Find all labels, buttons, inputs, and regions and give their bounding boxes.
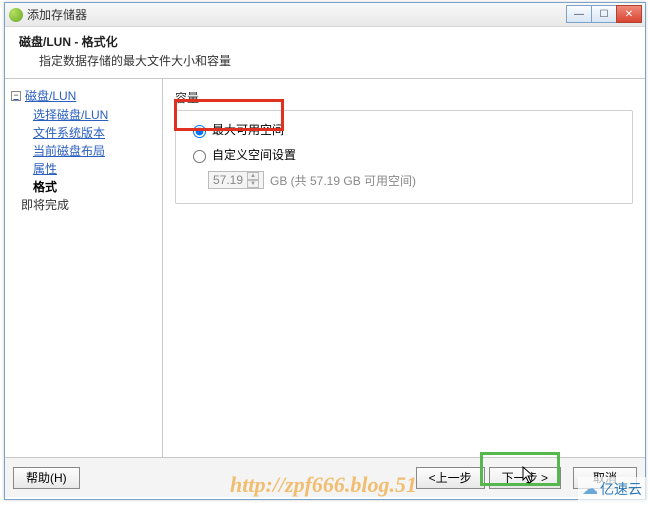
wizard-body: − 磁盘/LUN 选择磁盘/LUN 文件系统版本 当前磁盘布局 属性 格式 即将… bbox=[5, 79, 645, 457]
titlebar: 添加存储器 — ☐ ✕ bbox=[5, 3, 645, 27]
close-button[interactable]: ✕ bbox=[616, 5, 642, 23]
step-filesystem-version[interactable]: 文件系统版本 bbox=[33, 124, 156, 142]
brand-text: 亿速云 bbox=[600, 479, 642, 499]
step-properties[interactable]: 属性 bbox=[33, 160, 156, 178]
next-button[interactable]: 下一步 > bbox=[489, 467, 561, 489]
window-controls: — ☐ ✕ bbox=[567, 5, 642, 23]
back-button[interactable]: <上一步 bbox=[416, 467, 485, 489]
step-current-layout[interactable]: 当前磁盘布局 bbox=[33, 142, 156, 160]
spinner-down-icon[interactable]: ▼ bbox=[247, 180, 259, 188]
radio-custom-space-row[interactable]: 自定义空间设置 bbox=[188, 146, 620, 163]
radio-custom-space[interactable] bbox=[193, 150, 206, 163]
wizard-steps-sidebar: − 磁盘/LUN 选择磁盘/LUN 文件系统版本 当前磁盘布局 属性 格式 即将… bbox=[5, 79, 163, 457]
tree-collapse-icon[interactable]: − bbox=[11, 91, 21, 101]
cloud-icon: ☁ bbox=[582, 479, 598, 499]
radio-max-space[interactable] bbox=[193, 125, 206, 138]
size-spinner[interactable]: ▲ ▼ bbox=[247, 172, 259, 188]
step-select-disk[interactable]: 选择磁盘/LUN bbox=[33, 106, 156, 124]
wizard-subtitle: 指定数据存储的最大文件大小和容量 bbox=[39, 52, 631, 69]
radio-max-space-row[interactable]: 最大可用空间 bbox=[188, 121, 620, 138]
minimize-button[interactable]: — bbox=[566, 5, 592, 23]
main-panel: 容量 最大可用空间 自定义空间设置 57.19 ▲ ▼ bbox=[163, 79, 645, 457]
capacity-group: 最大可用空间 自定义空间设置 57.19 ▲ ▼ GB (共 57.19 GB … bbox=[175, 110, 633, 204]
step-ready-complete: 即将完成 bbox=[21, 196, 156, 214]
capacity-label: 容量 bbox=[175, 89, 633, 106]
radio-max-space-label: 最大可用空间 bbox=[212, 121, 284, 138]
wizard-footer: 帮助(H) <上一步 下一步 > 取消 bbox=[5, 457, 645, 497]
step-disk-lun[interactable]: − 磁盘/LUN bbox=[11, 87, 156, 104]
maximize-button[interactable]: ☐ bbox=[591, 5, 617, 23]
app-icon bbox=[9, 8, 23, 22]
wizard-header: 磁盘/LUN - 格式化 指定数据存储的最大文件大小和容量 bbox=[5, 27, 645, 79]
radio-custom-space-label: 自定义空间设置 bbox=[212, 146, 296, 163]
step-format-current: 格式 bbox=[33, 178, 156, 196]
brand-logo: ☁ 亿速云 bbox=[578, 477, 646, 501]
spinner-up-icon[interactable]: ▲ bbox=[247, 172, 259, 180]
window-title: 添加存储器 bbox=[27, 6, 87, 23]
wizard-title: 磁盘/LUN - 格式化 bbox=[19, 33, 631, 50]
custom-size-input[interactable]: 57.19 ▲ ▼ bbox=[208, 171, 264, 189]
help-button[interactable]: 帮助(H) bbox=[13, 467, 80, 489]
custom-size-suffix: GB (共 57.19 GB 可用空间) bbox=[270, 172, 416, 189]
dialog-window: 添加存储器 — ☐ ✕ 磁盘/LUN - 格式化 指定数据存储的最大文件大小和容… bbox=[4, 2, 646, 500]
custom-size-row: 57.19 ▲ ▼ GB (共 57.19 GB 可用空间) bbox=[208, 171, 620, 189]
